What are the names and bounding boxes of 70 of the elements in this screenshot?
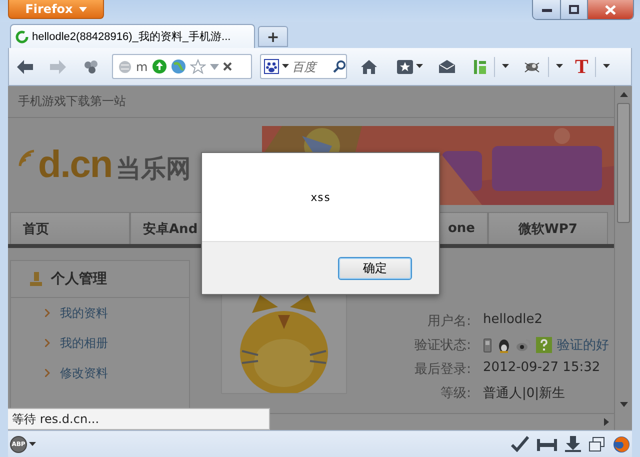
minimize-button[interactable]: [533, 0, 560, 19]
mail-icon[interactable]: [439, 60, 455, 73]
bug-icon[interactable]: [523, 60, 541, 74]
windows-icon[interactable]: [589, 436, 605, 452]
chevron-icon: [45, 339, 50, 347]
field-label: 等级:: [440, 385, 471, 402]
adblock-caret-icon[interactable]: [29, 442, 36, 446]
addon-caret-icon[interactable]: [502, 64, 509, 69]
browser-tab[interactable]: hellodle2(88428916)_我的资料_手机游...: [10, 24, 255, 48]
scroll-up-icon[interactable]: [620, 91, 628, 97]
address-bar[interactable]: m: [112, 54, 252, 79]
alert-message: xss: [310, 190, 330, 204]
back-button[interactable]: [17, 60, 33, 74]
search-engine-caret-icon[interactable]: [282, 64, 289, 69]
field-value: hellodle2: [483, 312, 544, 329]
sidebar-title: 个人管理: [51, 270, 107, 288]
download-icon[interactable]: [565, 436, 581, 452]
bug-caret-icon[interactable]: [556, 64, 563, 69]
field-label: 最后登录:: [414, 361, 471, 378]
sidebar-link[interactable]: 我的资料: [60, 304, 108, 322]
site-tagline: 手机游戏下载第一站: [8, 86, 614, 118]
new-tab-button[interactable]: +: [258, 26, 288, 47]
scroll-down-icon[interactable]: [620, 402, 628, 408]
sidebar-link[interactable]: 修改资料: [60, 364, 108, 382]
search-icon[interactable]: [333, 60, 346, 73]
person-icon: [29, 271, 43, 287]
address-text: m: [136, 60, 148, 74]
firefox-menu-button[interactable]: Firefox: [8, 0, 104, 19]
nav-tab[interactable]: 首页: [10, 212, 130, 244]
verification-link[interactable]: 验证的好: [557, 336, 609, 354]
signal-icon: [18, 148, 34, 168]
chevron-icon: [45, 309, 50, 317]
chevron-icon: [45, 369, 50, 377]
maximize-button[interactable]: [560, 0, 587, 19]
clear-icon[interactable]: [222, 62, 232, 71]
dropdown-icon[interactable]: [210, 64, 219, 70]
bookmarks-caret-icon[interactable]: [416, 64, 423, 69]
site-name: 当乐网: [116, 154, 192, 184]
status-popup: 等待 res.d.cn...: [8, 408, 270, 430]
ok-button[interactable]: 确定: [338, 256, 412, 280]
letter-caret-icon[interactable]: [603, 64, 610, 69]
blocks-icon[interactable]: [473, 58, 487, 74]
globe-icon: [118, 60, 132, 74]
sidebar-link[interactable]: 我的相册: [60, 334, 108, 352]
search-bar[interactable]: 百度: [260, 54, 347, 79]
search-field[interactable]: 百度: [292, 60, 330, 74]
maximize-icon: [569, 5, 579, 14]
globe-icon[interactable]: [170, 59, 186, 74]
close-icon: [605, 4, 616, 14]
field-value: 2012-09-27 15:32: [483, 360, 602, 377]
close-button[interactable]: [587, 0, 633, 19]
check-icon[interactable]: [511, 436, 529, 452]
bookmarks-icon[interactable]: [397, 60, 413, 74]
field-label: 验证状态:: [414, 337, 471, 354]
bookmark-star-icon[interactable]: [190, 59, 206, 74]
letter-icon[interactable]: T: [575, 56, 588, 76]
nav-tab[interactable]: 微软WP7: [488, 212, 608, 244]
firefox-icon[interactable]: [613, 436, 630, 452]
penguin-icon: [497, 338, 511, 352]
scrollbar-thumb[interactable]: [617, 103, 630, 223]
caret-icon: [78, 6, 87, 12]
field-value: 普通人|0|新生: [483, 384, 566, 402]
minimize-icon: [542, 8, 552, 12]
home-icon[interactable]: [361, 60, 377, 74]
addons-icon[interactable]: [84, 60, 98, 74]
paw-icon[interactable]: [264, 59, 279, 74]
phone-icon: [483, 338, 492, 352]
scroll-right-icon[interactable]: [604, 418, 610, 426]
question-badge-icon: [536, 337, 552, 353]
field-label: 用户名:: [426, 313, 471, 330]
